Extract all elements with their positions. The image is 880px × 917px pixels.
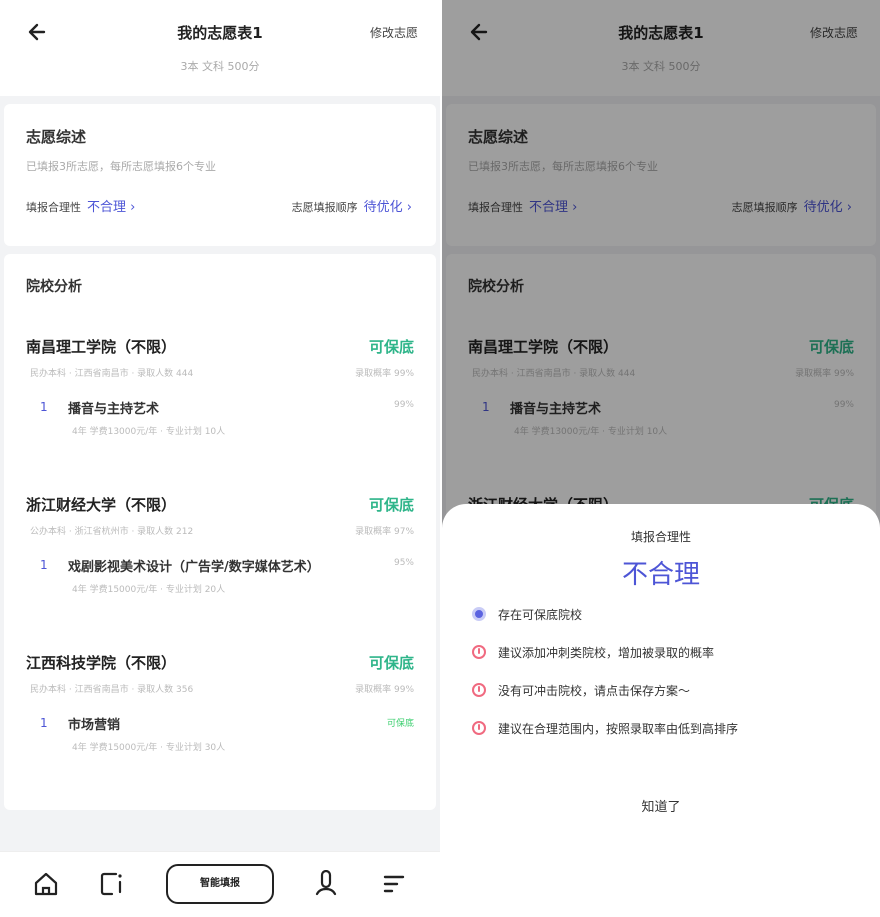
menu-icon[interactable] (380, 870, 408, 898)
sheet-item: 建议添加冲刺类院校，增加被录取的概率 (472, 644, 866, 661)
major-probability: 99% (393, 400, 414, 410)
major-name: 戏剧影视美术设计（广告学/数字媒体艺术） (68, 560, 320, 575)
school-probability: 录取概率 97% (355, 527, 414, 537)
major-number: 1 (40, 716, 48, 730)
overview-card: 志愿综述 已填报3所志愿，每所志愿填报6个专业 填报合理性 不合理 › 志愿填报顺… (4, 104, 436, 246)
school-name: 江西科技学院（不限） (26, 654, 177, 672)
school-probability: 录取概率 99% (355, 369, 414, 379)
user-icon[interactable] (312, 870, 340, 898)
major-number: 1 (40, 558, 48, 572)
school-item[interactable]: 浙江财经大学（不限） 可保底 公办本科 · 浙江省杭州市 · 录取人数 212 … (26, 494, 414, 634)
school-tag: 可保底 (368, 338, 414, 356)
list-icon[interactable] (98, 870, 126, 898)
edit-button[interactable]: 修改志愿 (370, 24, 418, 41)
overview-title: 志愿综述 (26, 128, 87, 146)
warning-dot-icon (472, 645, 486, 659)
sheet-item-text: 建议添加冲刺类院校，增加被录取的概率 (498, 646, 715, 660)
sheet-item-text: 存在可保底院校 (498, 608, 583, 622)
overview-row: 填报合理性 不合理 › 志愿填报顺序 待优化 › (26, 196, 412, 215)
warning-dot-icon (472, 683, 486, 697)
major-meta: 4年 学费15000元/年 · 专业计划 20人 (72, 585, 226, 595)
page-subtitle: 3本 文科 500分 (180, 60, 260, 73)
major-name: 播音与主持艺术 (68, 402, 160, 417)
check-dot-icon (472, 607, 486, 621)
major-meta: 4年 学费13000元/年 · 专业计划 10人 (72, 427, 226, 437)
major-probability: 95% (393, 558, 414, 568)
major-number: 1 (40, 400, 48, 414)
sheet-item: 没有可冲击院校，请点击保存方案～ (472, 682, 866, 699)
major-meta: 4年 学费15000元/年 · 专业计划 30人 (72, 743, 226, 753)
rationality-item[interactable]: 填报合理性 不合理 › (26, 196, 135, 215)
rationality-label: 填报合理性 (26, 201, 81, 214)
school-probability: 录取概率 99% (355, 685, 414, 695)
school-meta: 公办本科 · 浙江省杭州市 · 录取人数 212 (30, 527, 194, 537)
home-icon[interactable] (32, 870, 60, 898)
order-label: 志愿填报顺序 (291, 201, 358, 214)
school-meta: 民办本科 · 江西省南昌市 · 录取人数 356 (30, 685, 194, 695)
sheet-label: 填报合理性 (630, 530, 691, 544)
order-item[interactable]: 志愿填报顺序 待优化 › (292, 196, 412, 215)
rationality-bottom-sheet: 填报合理性 不合理 存在可保底院校 建议添加冲刺类院校，增加被录取的概率 没有可… (442, 504, 880, 917)
header: 我的志愿表1 3本 文科 500分 修改志愿 (0, 0, 440, 96)
left-screen: 我的志愿表1 3本 文科 500分 修改志愿 志愿综述 已填报3所志愿，每所志愿… (0, 0, 440, 917)
school-analysis-card: 院校分析 南昌理工学院（不限） 可保底 民办本科 · 江西省南昌市 · 录取人数… (4, 254, 436, 810)
major-name: 市场营销 (68, 718, 121, 733)
right-screen: 我的志愿表1 3本 文科 500分 修改志愿 志愿综述 已填报3所志愿，每所志愿… (442, 0, 880, 917)
major-probability: 可保底 (386, 719, 414, 729)
sheet-item-text: 没有可冲击院校，请点击保存方案～ (498, 684, 691, 698)
overview-description: 已填报3所志愿，每所志愿填报6个专业 (26, 160, 216, 173)
tab-bar: 智能填报 (0, 851, 440, 917)
school-name: 南昌理工学院（不限） (26, 338, 177, 356)
school-tag: 可保底 (368, 496, 414, 514)
sheet-item: 建议在合理范围内，按照录取率由低到高排序 (472, 720, 866, 737)
school-item[interactable]: 江西科技学院（不限） 可保底 民办本科 · 江西省南昌市 · 录取人数 356 … (26, 652, 414, 792)
school-name: 浙江财经大学（不限） (26, 496, 177, 514)
got-it-button[interactable]: 知道了 (442, 796, 880, 815)
order-link[interactable]: 待优化 › (364, 200, 412, 215)
sheet-item-text: 建议在合理范围内，按照录取率由低到高排序 (498, 722, 739, 736)
sheet-verdict: 不合理 (621, 560, 700, 590)
smart-fill-button[interactable]: 智能填报 (166, 864, 274, 904)
school-meta: 民办本科 · 江西省南昌市 · 录取人数 444 (30, 369, 194, 379)
sheet-item: 存在可保底院校 (472, 606, 866, 623)
warning-dot-icon (472, 721, 486, 735)
school-tag: 可保底 (368, 654, 414, 672)
school-item[interactable]: 南昌理工学院（不限） 可保底 民办本科 · 江西省南昌市 · 录取人数 444 … (26, 336, 414, 476)
analysis-title: 院校分析 (26, 279, 82, 295)
rationality-link[interactable]: 不合理 › (87, 200, 135, 215)
